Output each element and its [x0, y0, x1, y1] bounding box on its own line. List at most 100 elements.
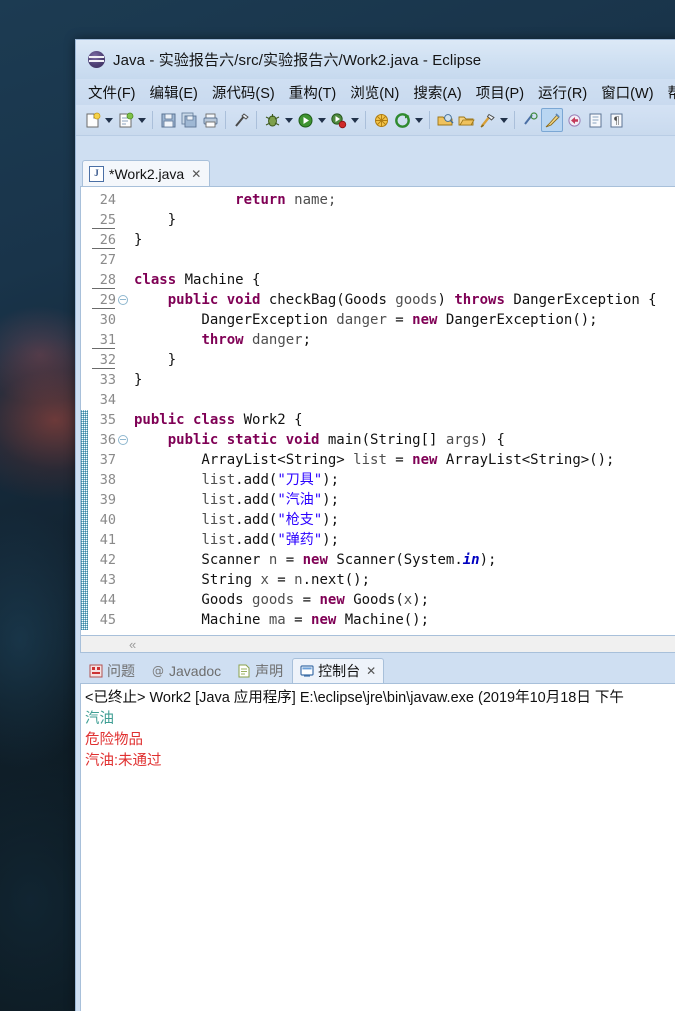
menu-item-navigate[interactable]: 浏览(N): [343, 80, 406, 105]
new-java-class-dropdown-icon[interactable]: [136, 109, 147, 131]
code-token: public static void: [167, 432, 320, 448]
menu-item-file[interactable]: 文件(F): [81, 80, 143, 105]
close-icon[interactable]: ✕: [366, 664, 376, 678]
new-wizard-dropdown-icon[interactable]: [103, 109, 114, 131]
search-dropdown-icon[interactable]: [498, 109, 509, 131]
change-ruler: [81, 187, 88, 635]
code-token: ;: [302, 332, 312, 348]
menu-item-project[interactable]: 项目(P): [469, 80, 531, 105]
editor-tab-work2[interactable]: J *Work2.java ✕: [82, 160, 211, 186]
fold-toggle[interactable]: [118, 430, 130, 450]
forward-icon[interactable]: [585, 109, 605, 131]
bottom-panel-tab-strip: 问题 @ Javadoc 声明 控制台 ✕: [80, 657, 675, 683]
code-editor[interactable]: 24 25 26 27 28 29 30 31 32 33 34 35 36 37 38 39 40 41 42 43…: [80, 186, 675, 636]
editor-tab-strip: J *Work2.java ✕: [80, 160, 675, 186]
menu-item-edit[interactable]: 编辑(E): [143, 80, 205, 105]
code-token: Machine();: [336, 612, 430, 628]
code-token: throws: [454, 292, 505, 308]
code-token: new: [412, 312, 438, 328]
tab-declaration[interactable]: 声明: [230, 659, 290, 683]
open-type-icon[interactable]: [435, 109, 455, 131]
menu-bar: 文件(F) 编辑(E) 源代码(S) 重构(T) 浏览(N) 搜索(A) 项目(…: [76, 79, 675, 105]
new-java-class-icon[interactable]: [115, 109, 135, 131]
code-token: Goods: [134, 592, 253, 608]
save-all-icon[interactable]: [179, 109, 199, 131]
run-external-tools-dropdown-icon[interactable]: [349, 109, 360, 131]
code-token: =: [386, 452, 413, 468]
run-external-tools-icon[interactable]: [328, 109, 348, 131]
fold-toggle[interactable]: [118, 290, 130, 310]
toolbar-secondary-strip: [76, 136, 675, 160]
external-tools-dropdown-icon[interactable]: [413, 109, 424, 131]
code-token: =: [285, 612, 312, 628]
folding-gutter[interactable]: [118, 187, 130, 635]
run-dropdown-icon[interactable]: [316, 109, 327, 131]
console-output-line: 汽油:未通过: [85, 753, 162, 769]
problems-icon: [89, 664, 103, 678]
code-token: new: [302, 552, 328, 568]
run-icon[interactable]: [295, 109, 315, 131]
save-icon[interactable]: [158, 109, 178, 131]
code-text[interactable]: return name; }} class Machine { public v…: [130, 187, 675, 635]
console-output-line: 汽油: [85, 711, 114, 727]
code-line: public class Work2 {: [130, 410, 675, 430]
tab-javadoc[interactable]: @ Javadoc: [144, 659, 228, 683]
previous-edit-icon[interactable]: [541, 108, 563, 132]
debug-dropdown-icon[interactable]: [283, 109, 294, 131]
menu-item-run[interactable]: 运行(R): [531, 80, 594, 105]
menu-item-refactor[interactable]: 重构(T): [282, 80, 344, 105]
external-tools-icon[interactable]: [392, 109, 412, 131]
toggle-word-wrap-icon[interactable]: ¶: [606, 109, 626, 131]
menu-item-source[interactable]: 源代码(S): [205, 80, 282, 105]
line-number: 36: [99, 432, 116, 448]
javadoc-at-icon: @: [152, 664, 164, 678]
back-icon[interactable]: [564, 109, 584, 131]
debug-icon[interactable]: [262, 109, 282, 131]
code-token: x: [403, 592, 413, 608]
code-token: ArrayList<String>: [134, 452, 354, 468]
open-task-icon[interactable]: [456, 109, 476, 131]
code-token: DangerException {: [504, 292, 657, 308]
code-line: }: [130, 230, 675, 250]
desktop-background: Java - 实验报告六/src/实验报告六/Work2.java - Ecli…: [0, 0, 675, 1011]
console-output[interactable]: <已终止> Work2 [Java 应用程序] E:\eclipse\jre\b…: [80, 683, 675, 1011]
tab-problems[interactable]: 问题: [82, 659, 142, 683]
line-number: 39: [99, 492, 116, 508]
code-token: );: [479, 552, 497, 568]
search-icon[interactable]: [477, 109, 497, 131]
toggle-mark-occurrences-icon[interactable]: [231, 109, 251, 131]
breadcrumb-collapse-icon[interactable]: «: [129, 637, 136, 652]
java-file-icon: J: [89, 165, 104, 182]
code-token: public class: [134, 412, 236, 428]
close-icon[interactable]: ✕: [191, 167, 201, 181]
code-token: in: [462, 552, 480, 568]
code-token: list: [201, 512, 236, 528]
code-token: Scanner(System.: [327, 552, 463, 568]
menu-item-help[interactable]: 帮: [661, 80, 675, 105]
code-token: danger: [336, 312, 387, 328]
menu-item-window[interactable]: 窗口(W): [594, 80, 660, 105]
code-token: class: [134, 272, 177, 288]
fold-collapse-icon[interactable]: [118, 295, 128, 305]
code-token: main(String[]: [319, 432, 446, 448]
code-token: ArrayList<String>();: [437, 452, 615, 468]
menu-item-search[interactable]: 搜索(A): [406, 80, 468, 105]
code-token: );: [322, 492, 340, 508]
new-wizard-icon[interactable]: [82, 109, 102, 131]
print-icon[interactable]: [200, 109, 220, 131]
editor-horizontal-scrollbar[interactable]: «: [80, 636, 675, 653]
next-annotation-icon[interactable]: [520, 109, 540, 131]
code-token: checkBag(Goods: [260, 292, 396, 308]
fold-collapse-icon[interactable]: [118, 435, 128, 445]
tab-console[interactable]: 控制台 ✕: [292, 658, 385, 683]
code-token: Goods(: [344, 592, 404, 608]
new-java-package-icon[interactable]: [371, 109, 391, 131]
